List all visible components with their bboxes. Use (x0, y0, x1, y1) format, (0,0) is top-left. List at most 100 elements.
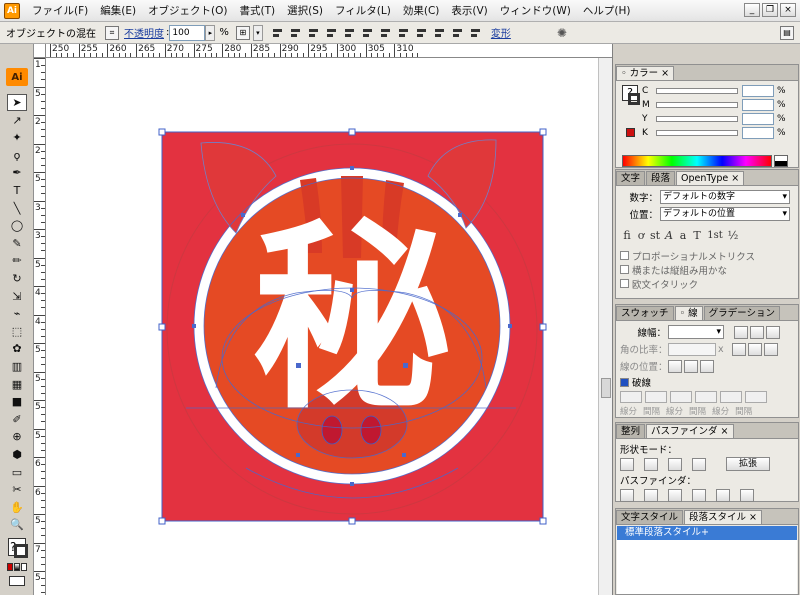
channel-c-slider[interactable] (656, 87, 738, 94)
channel-c-input[interactable] (742, 84, 774, 97)
mesh-tool[interactable]: ▦ (7, 376, 27, 393)
opacity-dropdown-icon[interactable]: ▸ (205, 24, 216, 41)
scrollbar-thumb[interactable] (601, 378, 611, 398)
miter-input[interactable] (668, 342, 716, 356)
magic-wand-tool[interactable]: ✦ (7, 129, 27, 146)
menu-edit[interactable]: 編集(E) (94, 0, 142, 22)
outline-icon[interactable] (716, 488, 730, 502)
dash-3-input[interactable] (720, 391, 742, 403)
distribute-left-icon[interactable] (433, 26, 447, 40)
lasso-tool[interactable]: ϙ (7, 147, 27, 164)
menu-type[interactable]: 書式(T) (234, 0, 282, 22)
opacity-link[interactable]: 不透明度 (122, 25, 166, 40)
menu-effect[interactable]: 効果(C) (397, 0, 446, 22)
warp-tool[interactable]: ⌁ (7, 305, 27, 322)
join-round-icon[interactable] (747, 342, 762, 356)
vertical-scrollbar[interactable] (598, 58, 612, 595)
exclude-icon[interactable] (692, 457, 706, 471)
stroke-width-dropdown[interactable] (668, 325, 724, 339)
position-dropdown[interactable]: デフォルトの位置 (660, 207, 790, 221)
handle-tl[interactable] (158, 128, 166, 136)
unite-icon[interactable] (620, 457, 634, 471)
channel-k-input[interactable] (742, 126, 774, 139)
align-vcenter-icon[interactable] (343, 26, 357, 40)
proportional-metrics-checkbox[interactable] (620, 251, 629, 260)
roman-italic-checkbox[interactable] (620, 279, 629, 288)
minus-back-icon[interactable] (740, 488, 754, 502)
dashed-checkbox[interactable] (620, 377, 629, 387)
menu-filter[interactable]: フィルタ(L) (329, 0, 397, 22)
menu-help[interactable]: ヘルプ(H) (577, 0, 637, 22)
channel-y-input[interactable] (742, 112, 774, 125)
handle-br[interactable] (539, 517, 547, 525)
trim-icon[interactable] (644, 488, 658, 502)
titling-alternates-icon[interactable]: T (690, 229, 704, 242)
distribute-hcenter-icon[interactable] (451, 26, 465, 40)
tab-swatches[interactable]: スウォッチ (616, 306, 674, 320)
align-outside-stroke-icon[interactable] (700, 359, 714, 373)
paintbrush-tool[interactable]: ✎ (7, 235, 27, 252)
minus-front-icon[interactable] (644, 457, 658, 471)
gap-2-input[interactable] (695, 391, 717, 403)
handle-bc[interactable] (348, 517, 356, 525)
scissors-tool[interactable]: ✂ (7, 481, 27, 498)
intersect-icon[interactable] (668, 457, 682, 471)
gamut-swatch[interactable] (626, 128, 635, 137)
app-icon[interactable]: Ai (4, 2, 20, 19)
tab-align[interactable]: 整列 (616, 424, 646, 438)
screen-mode-icon[interactable] (9, 576, 25, 586)
scale-tool[interactable]: ⇲ (7, 288, 27, 305)
live-paint-tool[interactable]: ⬢ (7, 446, 27, 463)
artboard-canvas[interactable]: 秘 (46, 58, 612, 595)
pencil-tool[interactable]: ✏ (7, 252, 27, 269)
align-left-icon[interactable] (271, 26, 285, 40)
tab-stroke[interactable]: ◦ 線 (674, 306, 703, 320)
color-spectrum[interactable] (622, 155, 772, 167)
discretionary-ligature-icon[interactable]: st (648, 229, 662, 242)
contextual-alternates-icon[interactable]: ơ (634, 229, 648, 242)
tab-color[interactable]: ◦ カラー × (616, 66, 675, 80)
swash-icon[interactable]: A (662, 229, 676, 242)
numeral-dropdown[interactable]: デフォルトの数字 (660, 190, 790, 204)
handle-tr[interactable] (539, 128, 547, 136)
fractions-icon[interactable]: ½ (726, 229, 740, 242)
pen-tool[interactable]: ✒ (7, 164, 27, 181)
hand-tool[interactable]: ✋ (7, 499, 27, 516)
ellipse-tool[interactable]: ◯ (7, 217, 27, 234)
blend-tool[interactable]: ⊕ (7, 428, 27, 445)
reference-point-dropdown-icon[interactable]: ▾ (252, 24, 263, 41)
color-mode-icon[interactable] (7, 563, 13, 571)
merge-icon[interactable] (668, 488, 682, 502)
stylistic-alternates-icon[interactable]: a (676, 229, 690, 242)
handle-ml[interactable] (158, 323, 166, 331)
free-transform-tool[interactable]: ⬚ (7, 323, 27, 340)
align-inside-stroke-icon[interactable] (684, 359, 698, 373)
zoom-tool[interactable]: 🔍 (7, 516, 27, 533)
menu-window[interactable]: ウィンドウ(W) (494, 0, 577, 22)
rotate-tool[interactable]: ↻ (7, 270, 27, 287)
reference-point-icon[interactable]: ⊞ (235, 25, 250, 40)
handle-mr[interactable] (539, 323, 547, 331)
artwork-svg[interactable]: 秘 (46, 58, 612, 595)
gap-3-input[interactable] (745, 391, 767, 403)
handle-bl[interactable] (158, 517, 166, 525)
graph-tool[interactable]: ▥ (7, 358, 27, 375)
align-right-icon[interactable] (307, 26, 321, 40)
tab-pathfinder[interactable]: パスファインダ × (646, 424, 734, 438)
menu-select[interactable]: 選択(S) (281, 0, 329, 22)
eyedropper-tool[interactable]: ✐ (7, 411, 27, 428)
direct-selection-tool[interactable]: ↗ (7, 112, 27, 129)
channel-m-slider[interactable] (656, 101, 738, 108)
tab-opentype[interactable]: OpenType × (676, 171, 745, 185)
gradient-mode-icon[interactable] (14, 563, 20, 571)
slice-tool[interactable]: ▭ (7, 464, 27, 481)
ordinals-icon[interactable]: 1st (704, 230, 726, 241)
divide-icon[interactable] (620, 488, 634, 502)
channel-m-input[interactable] (742, 98, 774, 111)
selection-tool[interactable]: ➤ (7, 94, 27, 111)
join-miter-icon[interactable] (731, 342, 746, 356)
expand-button[interactable]: 拡張 (726, 457, 770, 471)
align-bottom-icon[interactable] (361, 26, 375, 40)
crop-icon[interactable] (692, 488, 706, 502)
list-item[interactable]: 標準段落スタイル+ (617, 526, 797, 540)
